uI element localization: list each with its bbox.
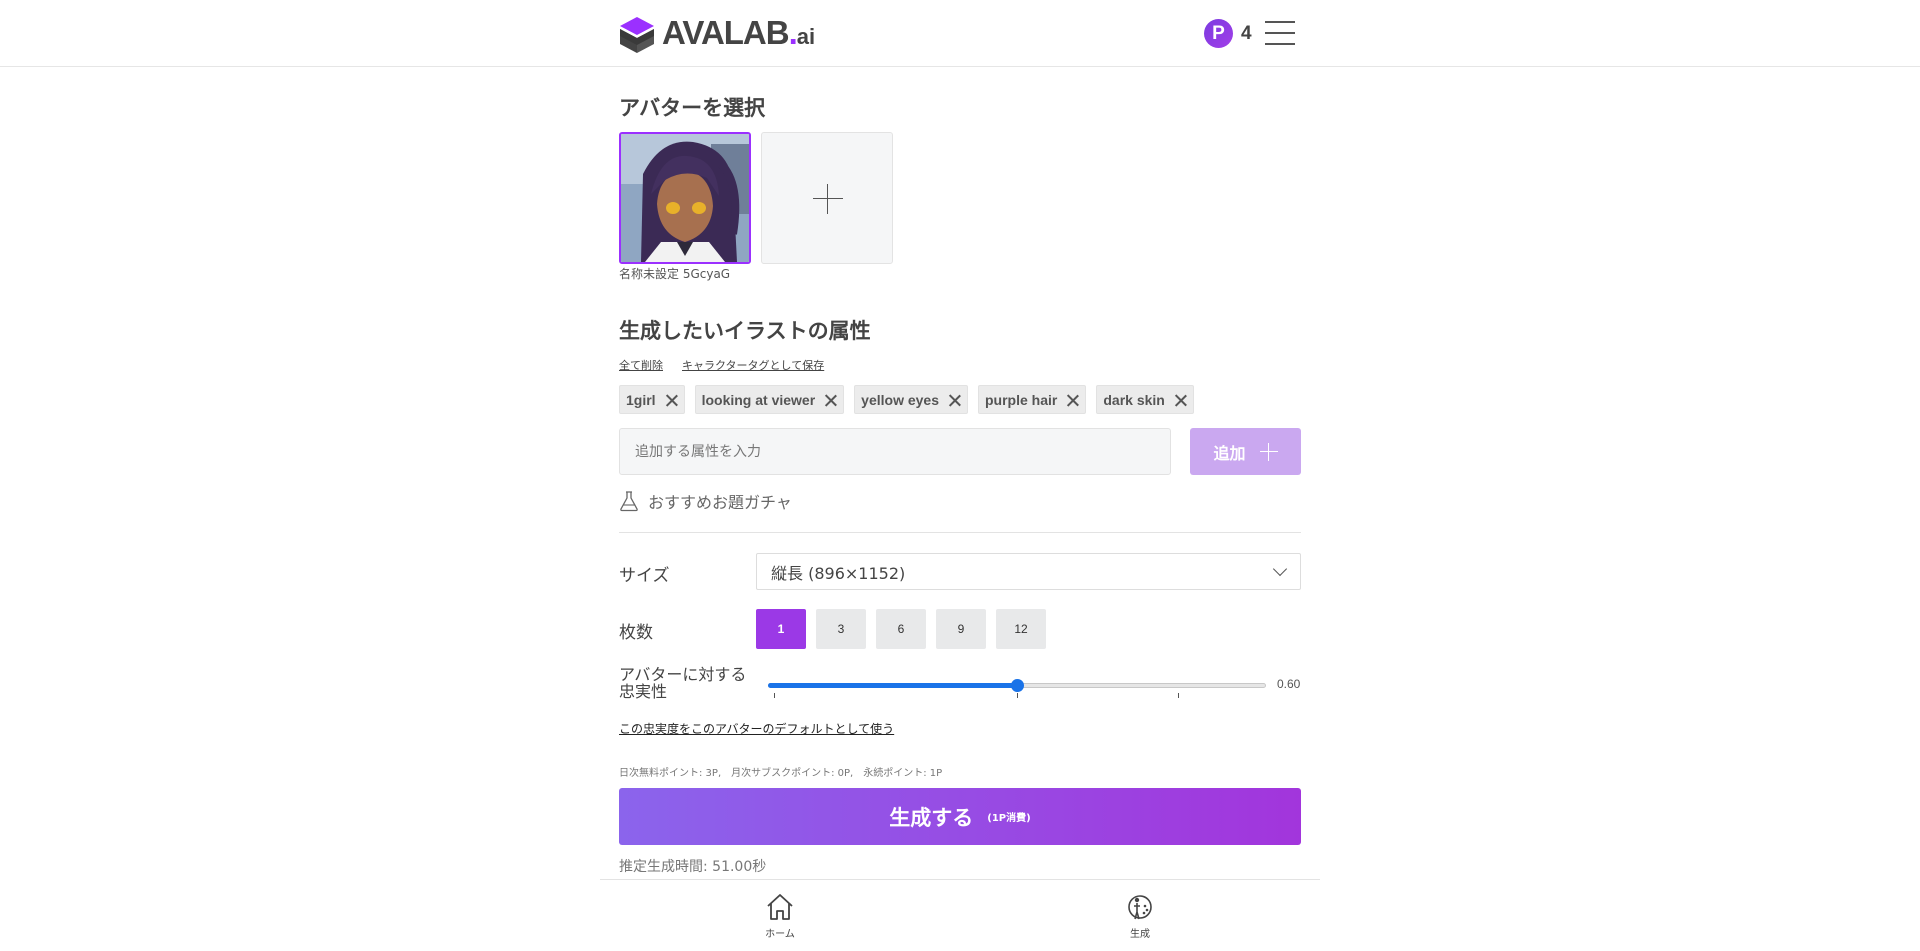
plus-icon — [1259, 442, 1278, 461]
avatar-image — [621, 134, 749, 262]
paint-person-icon — [1128, 895, 1152, 920]
attribute-tag: looking at viewer — [694, 385, 845, 414]
nav-generate[interactable]: 生成 — [1110, 892, 1170, 940]
count-option-button[interactable]: 12 — [996, 609, 1046, 649]
set-default-fidelity-link[interactable]: この忠実度をこのアバターのデフォルトとして使う — [619, 720, 894, 737]
points-count: 4 — [1241, 22, 1252, 44]
top-header: AVALAB.ai P 4 — [0, 0, 1920, 67]
home-icon — [767, 894, 793, 920]
attributes-section-title: 生成したいイラストの属性 — [619, 319, 871, 343]
size-label: サイズ — [619, 566, 670, 586]
fidelity-value: 0.60 — [1277, 677, 1301, 691]
points-breakdown: 日次無料ポイント: 3P, 月次サブスクポイント: 0P, 永続ポイント: 1P — [619, 768, 943, 779]
avatar-section-title: アバターを選択 — [619, 96, 766, 120]
add-attribute-button[interactable]: 追加 — [1190, 428, 1301, 475]
avatar-thumbnail-selected[interactable] — [619, 132, 751, 264]
count-option-button[interactable]: 6 — [876, 609, 926, 649]
count-option-button[interactable]: 1 — [756, 609, 806, 649]
avalab-logo[interactable]: AVALAB.ai — [619, 14, 816, 54]
clear-all-link[interactable]: 全て削除 — [619, 357, 663, 373]
slider-fill — [768, 683, 1017, 688]
size-select-value: 縦長 (896×1152) — [771, 563, 906, 583]
attribute-tag: dark skin — [1096, 385, 1194, 414]
fidelity-slider[interactable] — [768, 677, 1266, 698]
remove-tag-icon[interactable] — [949, 394, 961, 406]
bottom-navigation: ホーム 生成 — [600, 879, 1320, 951]
recommended-theme-gacha[interactable]: おすすめお題ガチャ — [619, 489, 792, 513]
remove-tag-icon[interactable] — [1067, 394, 1079, 406]
estimated-time: 推定生成時間: 51.00秒 — [619, 859, 767, 875]
generate-button[interactable]: 生成する (1P消費) — [619, 788, 1301, 845]
attribute-tag: purple hair — [978, 385, 1087, 414]
logo-cube-icon — [619, 16, 655, 54]
fidelity-label: アバターに対する忠実性 — [619, 665, 747, 701]
save-character-tag-link[interactable]: キャラクタータグとして保存 — [682, 357, 824, 373]
section-divider — [619, 532, 1301, 533]
slider-tick — [774, 693, 775, 698]
flask-icon — [620, 491, 638, 512]
points-display: P 4 — [1204, 19, 1252, 48]
avatar-name-label: 名称未設定 5GcyaG — [619, 267, 731, 281]
remove-tag-icon[interactable] — [666, 394, 678, 406]
logo-text: AVALAB.ai — [662, 14, 816, 51]
chevron-down-icon — [1274, 566, 1286, 578]
attribute-input[interactable] — [619, 428, 1171, 475]
slider-thumb[interactable] — [1011, 679, 1024, 692]
nav-home[interactable]: ホーム — [750, 892, 810, 940]
remove-tag-icon[interactable] — [1175, 394, 1187, 406]
add-avatar-button[interactable] — [761, 132, 893, 264]
attribute-tag: 1girl — [619, 385, 685, 414]
size-select[interactable]: 縦長 (896×1152) — [756, 553, 1301, 590]
points-icon: P — [1204, 19, 1233, 48]
slider-tick — [1178, 693, 1179, 698]
attribute-tag-list: 1girl looking at viewer yellow eyes purp… — [619, 385, 1194, 414]
hamburger-menu-icon[interactable] — [1265, 19, 1295, 47]
count-label: 枚数 — [619, 623, 653, 643]
slider-tick — [1017, 693, 1018, 698]
remove-tag-icon[interactable] — [825, 394, 837, 406]
count-option-button[interactable]: 3 — [816, 609, 866, 649]
plus-icon — [813, 198, 843, 199]
count-options: 1 3 6 9 12 — [756, 609, 1046, 649]
count-option-button[interactable]: 9 — [936, 609, 986, 649]
attribute-tag: yellow eyes — [854, 385, 968, 414]
